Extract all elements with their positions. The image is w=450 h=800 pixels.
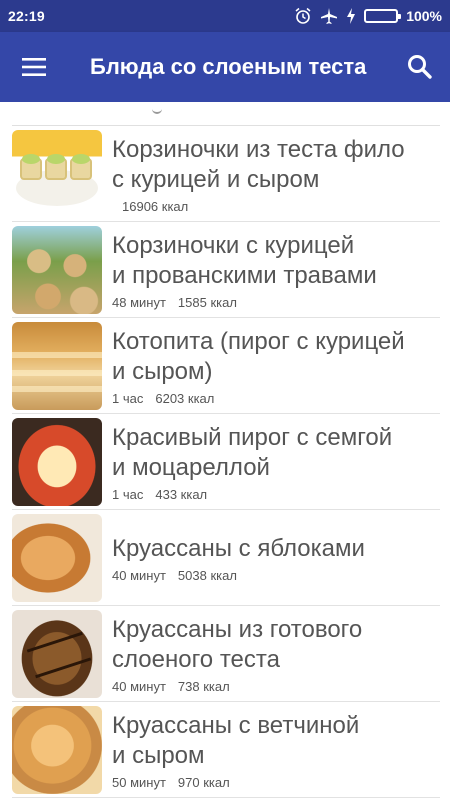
charging-icon [346, 8, 356, 24]
recipe-title-line2: и прованскими травами [112, 261, 377, 289]
app-bar: Блюда со слоеным теста [0, 32, 450, 102]
recipe-text: Круассаны с яблоками 40 минут 5038 ккал [102, 510, 450, 606]
battery-icon [364, 9, 402, 23]
recipe-time: 1 час [112, 390, 144, 406]
status-icons: 100% [294, 7, 442, 25]
recipe-text: Корзиночки с курицей и прованскими трава… [102, 222, 450, 318]
recipe-text: Красивый пирог с семгой и моцареллой 1 ч… [102, 414, 450, 510]
list-item[interactable]: Корзиночки из теста фило с курицей и сыр… [0, 126, 450, 222]
previous-item-sliver [12, 102, 440, 126]
recipe-meta: 40 минут 738 ккал [112, 679, 450, 694]
recipe-thumbnail [12, 418, 102, 506]
recipe-thumbnail [12, 514, 102, 602]
list-item[interactable]: Круассаны с яблоками 40 минут 5038 ккал [0, 510, 450, 606]
recipe-kcal: 6203 ккал [155, 390, 215, 406]
list-item[interactable]: Круассаны с ветчиной и сыром 50 минут 97… [0, 702, 450, 798]
recipe-meta: 1 час 433 ккал [112, 487, 450, 502]
list-item[interactable]: Круассаны из готового слоеного теста 40 … [0, 606, 450, 702]
list-item[interactable]: Корзиночки с курицей и прованскими трава… [0, 222, 450, 318]
recipe-kcal: 5038 ккал [177, 567, 237, 583]
recipe-time: 50 минут [112, 774, 166, 790]
recipe-title-line2: и сыром [112, 741, 205, 769]
recipe-kcal: 1585 ккал [177, 294, 237, 310]
recipe-thumbnail [12, 322, 102, 410]
recipe-text: Круассаны из готового слоеного теста 40 … [102, 606, 450, 702]
recipe-meta: 16906 ккал [112, 199, 450, 214]
recipe-kcal: 970 ккал [177, 774, 230, 790]
recipe-title-line1: Круассаны из готового [112, 615, 363, 643]
hamburger-menu-icon [22, 58, 46, 76]
list-item[interactable]: Красивый пирог с семгой и моцареллой 1 ч… [0, 414, 450, 510]
recipe-text: Котопита (пирог с курицей и сыром) 1 час… [102, 318, 450, 414]
menu-button[interactable] [0, 32, 70, 102]
recipe-time: 1 час [112, 486, 144, 502]
recipe-thumbnail [12, 226, 102, 314]
recipe-title-line1: Круассаны с ветчиной [112, 711, 360, 739]
recipe-title-line1: Корзиночки из теста фило [112, 135, 405, 163]
search-button[interactable] [390, 32, 450, 102]
recipe-meta: 1 час 6203 ккал [112, 391, 450, 406]
recipe-thumbnail [12, 130, 102, 218]
battery-percent: 100% [406, 8, 442, 24]
recipe-time: 40 минут [112, 567, 166, 583]
alarm-icon [294, 7, 312, 25]
recipe-meta: 48 минут 1585 ккал [112, 295, 450, 310]
recipe-kcal: 433 ккал [155, 486, 208, 502]
recipe-meta: 50 минут 970 ккал [112, 775, 450, 790]
recipe-thumbnail [12, 610, 102, 698]
recipe-thumbnail [12, 706, 102, 794]
recipe-title-line1: Котопита (пирог с курицей [112, 327, 405, 355]
recipe-title-line2: с курицей и сыром [112, 165, 320, 193]
recipe-time: 48 минут [112, 294, 166, 310]
status-bar: 22:19 100% [0, 0, 450, 32]
recipe-meta: 40 минут 5038 ккал [112, 568, 450, 583]
search-icon [408, 55, 432, 79]
recipe-list[interactable]: Корзиночки из теста фило с курицей и сыр… [0, 102, 450, 800]
page-title: Блюда со слоеным теста [90, 54, 367, 79]
status-time: 22:19 [8, 8, 45, 24]
recipe-time: 40 минут [112, 678, 166, 694]
recipe-text: Корзиночки из теста фило с курицей и сыр… [102, 126, 450, 222]
list-item[interactable]: Котопита (пирог с курицей и сыром) 1 час… [0, 318, 450, 414]
airplane-mode-icon [320, 7, 338, 25]
recipe-title-line2: слоеного теста [112, 645, 280, 673]
recipe-text: Круассаны с ветчиной и сыром 50 минут 97… [102, 702, 450, 798]
recipe-title-line1: Красивый пирог с семгой [112, 423, 393, 451]
recipe-title-line1: Корзиночки с курицей [112, 231, 355, 259]
recipe-title-line2: и моцареллой [112, 453, 270, 481]
recipe-title-line1: Круассаны с яблоками [112, 534, 365, 562]
recipe-kcal: 738 ккал [177, 678, 230, 694]
recipe-title-line2: и сыром) [112, 357, 213, 385]
recipe-kcal: 16906 ккал [122, 198, 189, 214]
